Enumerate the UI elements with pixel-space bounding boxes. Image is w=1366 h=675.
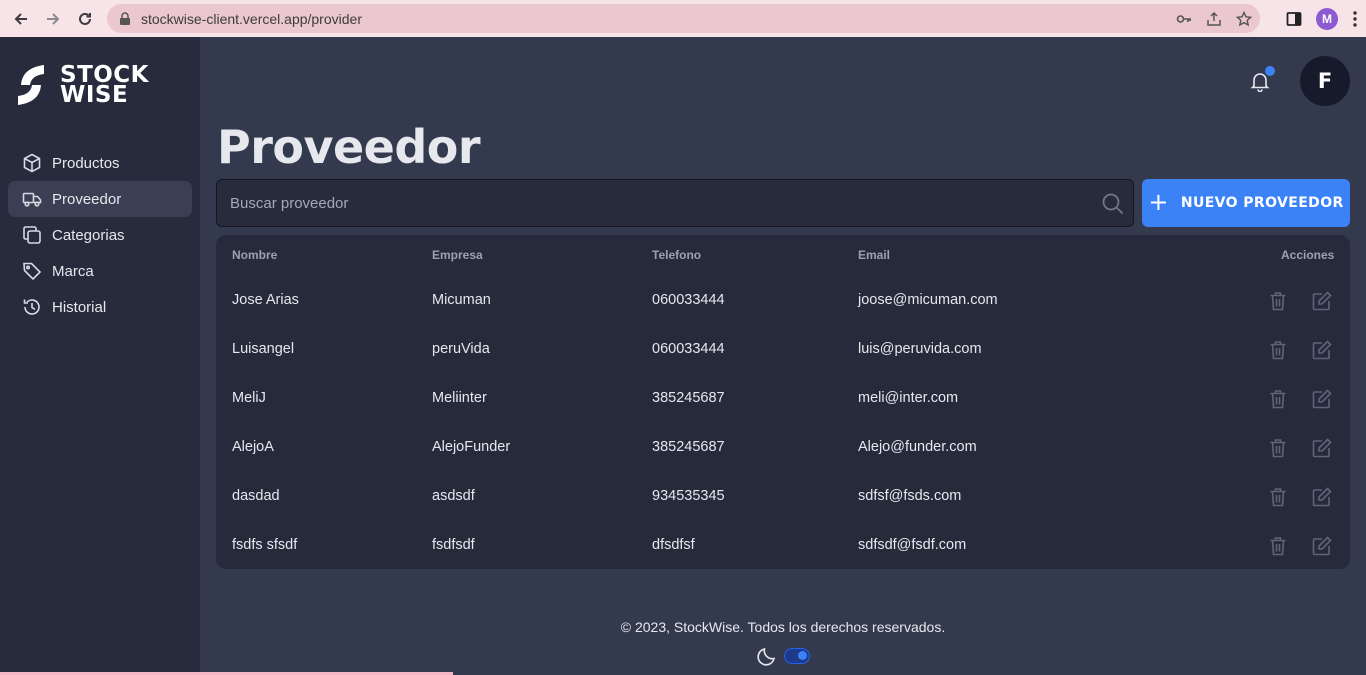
cell-empresa: fsdfsdf (432, 537, 475, 553)
table-row: Jose Arias Micuman 060033444 joose@micum… (216, 276, 1350, 325)
search-box (216, 179, 1134, 227)
edit-icon[interactable] (1311, 290, 1333, 312)
sidebar-item-productos[interactable]: Productos (8, 145, 192, 181)
table-row: dasdad asdsdf 934535345 sdfsf@fsds.com (216, 472, 1350, 521)
url-text: stockwise-client.vercel.app/provider (141, 10, 362, 27)
edit-icon[interactable] (1311, 535, 1333, 557)
edit-icon[interactable] (1311, 486, 1333, 508)
address-bar[interactable]: stockwise-client.vercel.app/provider (107, 4, 1260, 33)
edit-icon[interactable] (1311, 339, 1333, 361)
trash-icon[interactable] (1267, 535, 1289, 557)
table-row: Luisangel peruVida 060033444 luis@peruvi… (216, 325, 1350, 374)
trash-icon[interactable] (1267, 437, 1289, 459)
cell-empresa: peruVida (432, 341, 490, 357)
cell-email: Alejo@funder.com (858, 439, 977, 455)
moon-icon (756, 645, 778, 667)
truck-icon (22, 192, 42, 207)
table-row: fsdfs sfsdf fsdfsdf dfsdfsf sdfsdf@fsdf.… (216, 521, 1350, 570)
footer-copyright: © 2023, StockWise. Todos los derechos re… (620, 619, 946, 635)
cell-email: luis@peruvida.com (858, 341, 982, 357)
new-provider-label: NUEVO PROVEEDOR (1180, 195, 1344, 211)
reload-icon[interactable] (71, 5, 99, 33)
back-arrow-icon[interactable] (7, 5, 35, 33)
history-icon (23, 299, 40, 315)
sidepanel-icon[interactable] (1286, 11, 1302, 27)
cell-nombre: Luisangel (232, 341, 295, 357)
cell-nombre: MeliJ (232, 390, 266, 406)
header-telefono: Telefono (652, 248, 702, 262)
providers-table: Nombre Empresa Telefono Email Acciones J… (216, 235, 1350, 569)
cell-nombre: Jose Arias (232, 292, 299, 308)
sidebar: STOCK WISE Productos Proveedor Categoria… (0, 37, 200, 675)
cell-empresa: asdsdf (432, 488, 475, 504)
header-nombre: Nombre (232, 248, 278, 262)
logo-text: STOCK WISE (60, 64, 149, 108)
header-empresa: Empresa (432, 248, 483, 262)
cell-telefono: 060033444 (652, 292, 725, 308)
sidebar-item-categorias[interactable]: Categorias (8, 217, 192, 253)
browser-toolbar: stockwise-client.vercel.app/provider M (0, 0, 1366, 37)
key-icon[interactable] (1176, 11, 1192, 27)
cell-nombre: fsdfs sfsdf (232, 537, 298, 553)
share-icon[interactable] (1206, 11, 1222, 27)
sidebar-item-label: Historial (52, 298, 107, 316)
cell-telefono: dfsdfsf (652, 537, 695, 553)
notification-badge (1265, 66, 1275, 76)
cell-telefono: 060033444 (652, 341, 725, 357)
cell-telefono: 385245687 (652, 439, 725, 455)
main-content: F Proveedor + NUEVO PROVEEDOR Nombre Emp… (200, 37, 1366, 675)
header-acciones: Acciones (1281, 248, 1335, 262)
plus-icon: + (1148, 187, 1169, 216)
dark-mode-toggle[interactable] (784, 648, 810, 664)
forward-arrow-icon[interactable] (39, 5, 67, 33)
toggle-knob (798, 651, 807, 660)
sidebar-item-historial[interactable]: Historial (8, 289, 192, 325)
logo-mark-icon (18, 65, 44, 105)
more-vert-icon[interactable] (1352, 10, 1358, 28)
lock-icon (120, 11, 130, 25)
logo-line-2: WISE (60, 82, 129, 108)
table-row: AlejoA AlejoFunder 385245687 Alejo@funde… (216, 423, 1350, 472)
sidebar-menu: Productos Proveedor Categorias Marca His… (8, 145, 192, 325)
sidebar-item-label: Productos (52, 154, 120, 172)
header-email: Email (858, 248, 891, 262)
page-title: Proveedor (217, 120, 481, 174)
cell-email: sdfsf@fsds.com (858, 488, 962, 504)
stockwise-logo[interactable]: STOCK WISE (16, 64, 149, 108)
trash-icon[interactable] (1267, 339, 1289, 361)
cell-empresa: AlejoFunder (432, 439, 511, 455)
user-avatar[interactable]: F (1300, 56, 1350, 106)
cell-email: sdfsdf@fsdf.com (858, 537, 967, 553)
table-row: MeliJ Meliinter 385245687 meli@inter.com (216, 374, 1350, 423)
trash-icon[interactable] (1267, 388, 1289, 410)
sidebar-item-proveedor[interactable]: Proveedor (8, 181, 192, 217)
search-icon[interactable] (1101, 192, 1125, 216)
copy-icon (23, 226, 41, 244)
sidebar-item-marca[interactable]: Marca (8, 253, 192, 289)
edit-icon[interactable] (1311, 437, 1333, 459)
new-provider-button[interactable]: + NUEVO PROVEEDOR (1142, 179, 1350, 227)
trash-icon[interactable] (1267, 486, 1289, 508)
cell-empresa: Micuman (432, 292, 491, 308)
profile-avatar[interactable]: M (1316, 7, 1338, 30)
search-input[interactable] (217, 180, 1133, 226)
box-icon (23, 153, 41, 173)
cell-telefono: 934535345 (652, 488, 725, 504)
tag-icon (23, 262, 42, 281)
star-icon[interactable] (1236, 10, 1252, 27)
cell-email: joose@micuman.com (858, 292, 998, 308)
sidebar-item-label: Categorias (52, 226, 125, 244)
cell-email: meli@inter.com (858, 390, 959, 406)
sidebar-item-label: Marca (52, 262, 94, 280)
edit-icon[interactable] (1311, 388, 1333, 410)
cell-telefono: 385245687 (652, 390, 725, 406)
sidebar-item-label: Proveedor (52, 190, 122, 208)
trash-icon[interactable] (1267, 290, 1289, 312)
cell-empresa: Meliinter (432, 390, 487, 406)
cell-nombre: AlejoA (232, 439, 274, 455)
cell-nombre: dasdad (232, 488, 280, 504)
